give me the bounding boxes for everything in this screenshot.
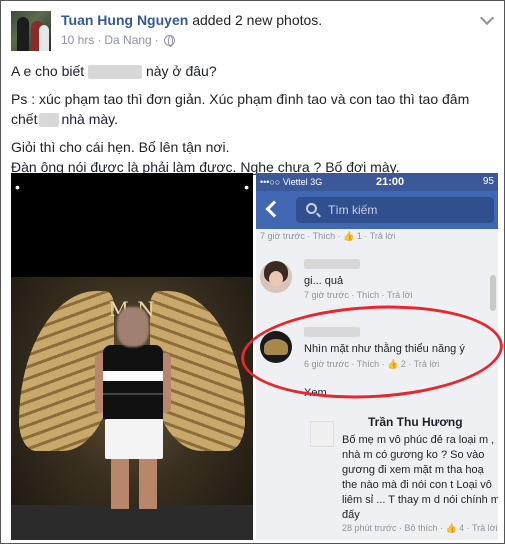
commenter-avatar <box>260 261 292 293</box>
comment-meta: 7 giờ trước · Thích · 👍 1 · Trả lời <box>260 231 396 241</box>
back-arrow-icon <box>265 200 283 218</box>
search-icon <box>306 203 317 214</box>
post-body: A e cho biết này ở đâu? Ps : xúc phạm ta… <box>11 61 496 185</box>
comment-text: gi... quả <box>304 275 344 287</box>
globe-icon[interactable] <box>163 34 175 47</box>
man-legs <box>111 459 157 509</box>
post-line: A e cho biết này ở đâu? <box>11 63 217 80</box>
man-shirt <box>103 345 163 419</box>
search-placeholder: Tìm kiếm <box>328 203 378 217</box>
photo-dot: • <box>15 179 20 195</box>
comment-text: Bố mẹ m vô phúc đẻ ra loại m , nhà m có … <box>342 434 498 521</box>
post-header: Tuan Hung Nguyen added 2 new photos. 10 … <box>11 9 495 51</box>
post-card: Tuan Hung Nguyen added 2 new photos. 10 … <box>0 0 505 544</box>
post-line: Ps : xúc phạm tao thì đơn giản. Xúc phạm… <box>11 91 470 107</box>
photo-man[interactable]: • • M N <box>11 173 253 540</box>
post-timestamp[interactable]: 10 hrs <box>61 33 94 47</box>
meta-separator: · <box>97 33 102 47</box>
meta-separator: · <box>154 33 159 47</box>
photo-dot: • <box>244 179 249 195</box>
man-blurred-face <box>117 307 149 347</box>
post-meta: 10 hrs · Da Nang · <box>61 33 175 47</box>
post-line: Giỏi thì cho cái hẹn. Bố lên tận nơi. <box>11 139 230 155</box>
comment-meta: 28 phút trước · Bỏ thích · 👍 4 · Trả lời <box>342 523 498 533</box>
post-location[interactable]: Da Nang <box>104 33 151 47</box>
battery-text: 95 <box>482 176 494 187</box>
carrier-text: •••○○ Viettel 3G <box>260 177 323 187</box>
blurred-name <box>304 259 360 269</box>
photo-floor <box>11 505 253 540</box>
fb-search-bar: Tìm kiếm <box>256 191 498 229</box>
post-line: chết nhà mày. <box>11 111 119 128</box>
author-avatar[interactable] <box>11 11 51 51</box>
man-shorts <box>105 419 163 459</box>
commenter-name: Trần Thu Hương <box>368 415 463 429</box>
scroll-pill <box>490 275 496 311</box>
search-box: Tìm kiếm <box>296 197 494 223</box>
post-action-text: added 2 new photos. <box>192 12 323 28</box>
post-title-line: Tuan Hung Nguyen added 2 new photos. <box>61 12 322 28</box>
commenter-avatar <box>310 421 334 447</box>
blurred-word <box>88 65 143 80</box>
author-name[interactable]: Tuan Hung Nguyen <box>61 12 188 28</box>
status-time: 21:00 <box>376 176 405 188</box>
blurred-word <box>39 113 60 128</box>
chevron-down-icon[interactable] <box>479 10 495 26</box>
comment-meta: 7 giờ trước · Thích · Trả lời <box>304 290 413 300</box>
phone-status-bar: •••○○ Viettel 3G 21:00 95 <box>256 173 498 191</box>
